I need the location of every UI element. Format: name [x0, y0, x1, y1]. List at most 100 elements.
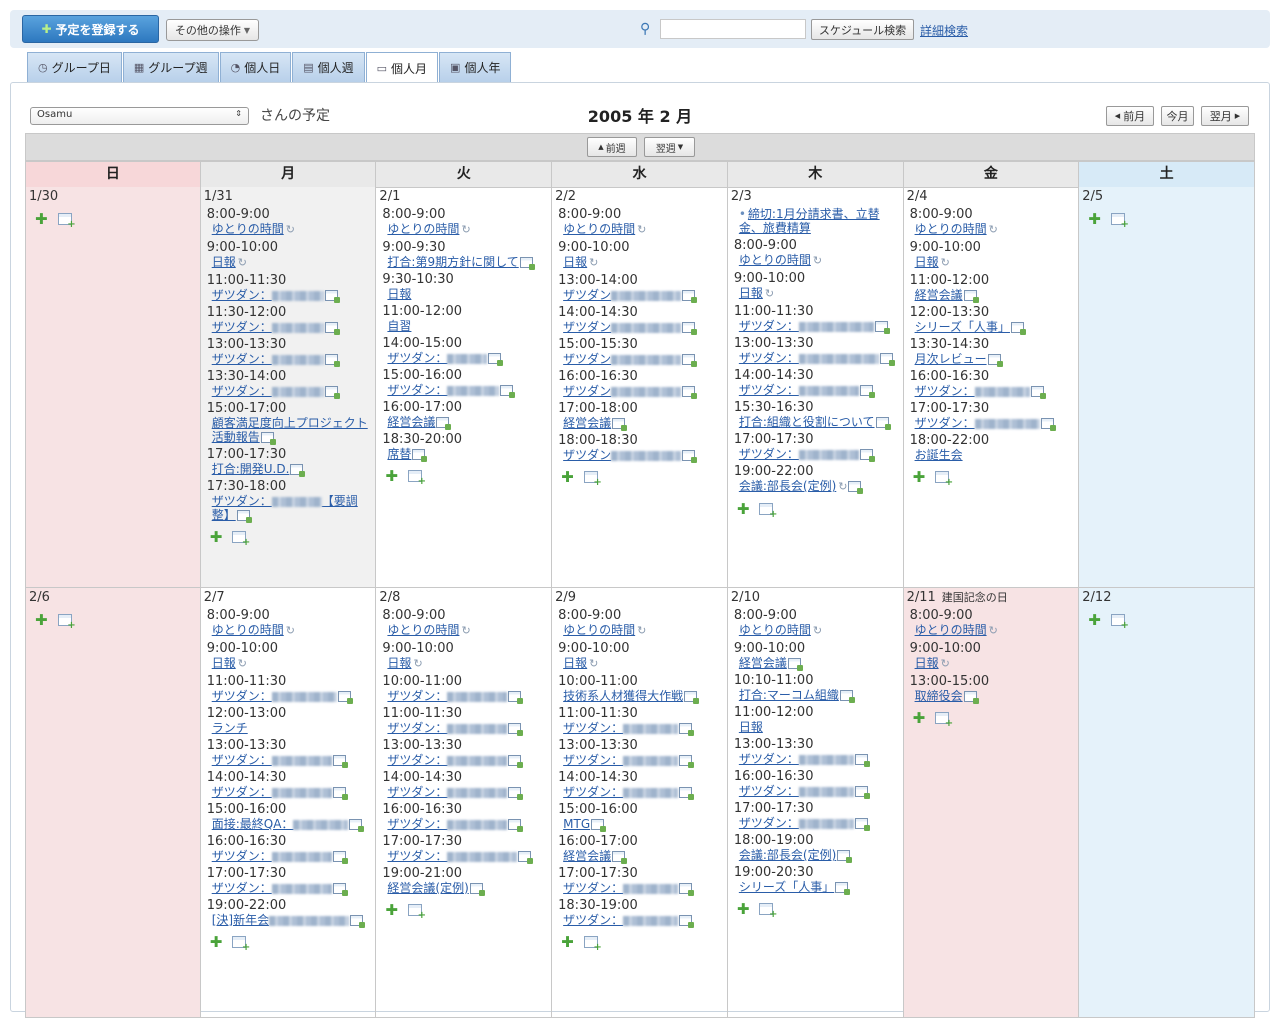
add-calendar-icon[interactable]: [935, 712, 953, 729]
event-link[interactable]: 日報 ↻: [204, 656, 372, 671]
day-number[interactable]: 2/10: [731, 590, 899, 605]
event-link[interactable]: ザツダン：: [379, 817, 547, 832]
event-link[interactable]: ゆとりの時間 ↻: [731, 253, 899, 268]
event-link[interactable]: ザツダン: [555, 288, 723, 303]
tab-group-day[interactable]: ◷ グループ日: [27, 52, 122, 82]
event-link[interactable]: MTG: [555, 817, 723, 832]
tab-personal-month[interactable]: ▭ 個人月: [365, 52, 439, 83]
event-link[interactable]: 取締役会: [907, 689, 1075, 704]
event-link[interactable]: 経営会議: [731, 656, 899, 671]
event-link[interactable]: 自習: [379, 319, 547, 333]
event-link[interactable]: ザツダン：: [731, 752, 899, 767]
event-link[interactable]: お誕生会: [907, 448, 1075, 462]
day-number[interactable]: 2/5: [1082, 189, 1250, 204]
day-number[interactable]: 2/7: [204, 590, 372, 605]
day-number[interactable]: 2/11 建国記念の日: [907, 590, 1075, 605]
event-link[interactable]: 打合:組織と役割について: [731, 415, 899, 430]
event-link[interactable]: 経営会議(定例): [379, 881, 547, 896]
add-calendar-icon[interactable]: [1110, 213, 1129, 230]
event-link[interactable]: 日報 ↻: [555, 656, 723, 671]
add-event-icon[interactable]: ✚: [561, 470, 574, 485]
event-link[interactable]: 経営会議: [907, 288, 1075, 303]
add-calendar-icon[interactable]: [759, 503, 777, 520]
add-calendar-icon[interactable]: [583, 936, 602, 953]
event-link[interactable]: ランチ: [204, 721, 372, 735]
add-event-icon[interactable]: ✚: [35, 212, 48, 227]
event-link[interactable]: シリーズ「人事」: [731, 880, 899, 895]
day-number[interactable]: 2/6: [29, 590, 196, 605]
event-link[interactable]: 経営会議: [555, 849, 723, 864]
prev-week-button[interactable]: ▲ 前週: [587, 137, 637, 157]
this-month-button[interactable]: 今月: [1161, 106, 1194, 126]
event-link[interactable]: ザツダン：: [907, 416, 1075, 431]
event-link[interactable]: ゆとりの時間 ↻: [907, 222, 1075, 237]
event-link[interactable]: ゆとりの時間 ↻: [379, 222, 547, 237]
day-number[interactable]: 2/9: [555, 590, 723, 605]
add-event-icon[interactable]: ✚: [385, 903, 398, 918]
event-link[interactable]: [決]新年会: [204, 913, 372, 928]
register-schedule-button[interactable]: ✚ 予定を登録する: [22, 15, 159, 43]
event-link[interactable]: ザツダン：: [555, 721, 723, 736]
event-link[interactable]: ザツダン：: [204, 384, 372, 399]
event-link[interactable]: 経営会議: [555, 416, 723, 431]
event-link[interactable]: ザツダン: [555, 448, 723, 463]
add-calendar-icon[interactable]: [408, 904, 426, 921]
event-link[interactable]: ザツダン：: [555, 753, 723, 768]
add-calendar-icon[interactable]: [232, 531, 250, 548]
day-number[interactable]: 1/30: [29, 189, 196, 204]
event-link[interactable]: 打合:マーコム組織: [731, 688, 899, 703]
event-link[interactable]: ザツダン： 【要調整】: [204, 494, 372, 523]
day-number[interactable]: 2/12: [1082, 590, 1250, 605]
event-link[interactable]: 日報 ↻: [379, 656, 547, 671]
event-link[interactable]: ザツダン：: [731, 351, 899, 366]
event-link[interactable]: ザツダン：: [731, 816, 899, 831]
event-link[interactable]: 顧客満足度向上プロジェクト活動報告: [204, 416, 372, 445]
add-calendar-icon[interactable]: [1110, 614, 1129, 631]
event-link[interactable]: 席替: [379, 447, 547, 462]
event-link[interactable]: 日報 ↻: [731, 286, 899, 301]
event-link[interactable]: ザツダン：: [379, 689, 547, 704]
event-link[interactable]: ザツダン：: [204, 881, 372, 896]
add-event-icon[interactable]: ✚: [385, 469, 398, 484]
event-link[interactable]: ザツダン：: [204, 352, 372, 367]
event-link[interactable]: ザツダン：: [204, 785, 372, 800]
event-link[interactable]: ザツダン: [555, 320, 723, 335]
event-link[interactable]: ザツダン：: [555, 785, 723, 800]
event-link[interactable]: 経営会議: [379, 415, 547, 430]
event-link[interactable]: ザツダン：: [379, 351, 547, 366]
event-link[interactable]: ザツダン：: [204, 320, 372, 335]
event-link[interactable]: 会議:部長会(定例) ↻: [731, 479, 899, 494]
other-operations-dropdown[interactable]: その他の操作 ▼: [166, 19, 259, 41]
next-month-button[interactable]: 翌月 ▶: [1201, 106, 1249, 126]
event-link[interactable]: ザツダン：: [555, 881, 723, 896]
add-event-icon[interactable]: ✚: [210, 935, 223, 950]
event-link[interactable]: ザツダン：: [731, 319, 899, 334]
day-number[interactable]: 2/4: [907, 189, 1075, 204]
event-link[interactable]: 技術系人材獲得大作戦: [555, 689, 723, 704]
day-number[interactable]: 2/2: [555, 189, 723, 204]
add-calendar-icon[interactable]: [759, 903, 777, 920]
event-link[interactable]: 月次レビュー: [907, 352, 1075, 367]
add-calendar-icon[interactable]: [408, 470, 426, 487]
event-link[interactable]: ザツダン：: [379, 383, 547, 398]
event-link[interactable]: 日報 ↻: [555, 255, 723, 270]
event-link[interactable]: ザツダン：: [204, 689, 372, 704]
event-link[interactable]: 日報: [379, 287, 547, 301]
event-link[interactable]: ザツダン：: [731, 784, 899, 799]
add-calendar-icon[interactable]: [57, 213, 76, 230]
event-link[interactable]: ザツダン：: [907, 384, 1075, 399]
schedule-search-button[interactable]: スケジュール検索: [811, 19, 914, 40]
day-number[interactable]: 2/1: [379, 189, 547, 204]
event-link[interactable]: ザツダン：: [379, 721, 547, 736]
user-select[interactable]: Osamu ⇕: [30, 107, 249, 125]
tab-personal-week[interactable]: ▤ 個人週: [292, 52, 365, 82]
event-link[interactable]: ゆとりの時間 ↻: [555, 623, 723, 638]
event-link[interactable]: ザツダン：: [731, 447, 899, 462]
event-link[interactable]: ザツダン：: [731, 383, 899, 398]
add-event-icon[interactable]: ✚: [913, 470, 926, 485]
event-link[interactable]: ザツダン: [555, 352, 723, 367]
add-event-icon[interactable]: ✚: [737, 502, 750, 517]
event-link[interactable]: ザツダン：: [204, 288, 372, 303]
tab-personal-year[interactable]: ▣ 個人年: [439, 52, 512, 82]
add-event-icon[interactable]: ✚: [737, 902, 750, 917]
